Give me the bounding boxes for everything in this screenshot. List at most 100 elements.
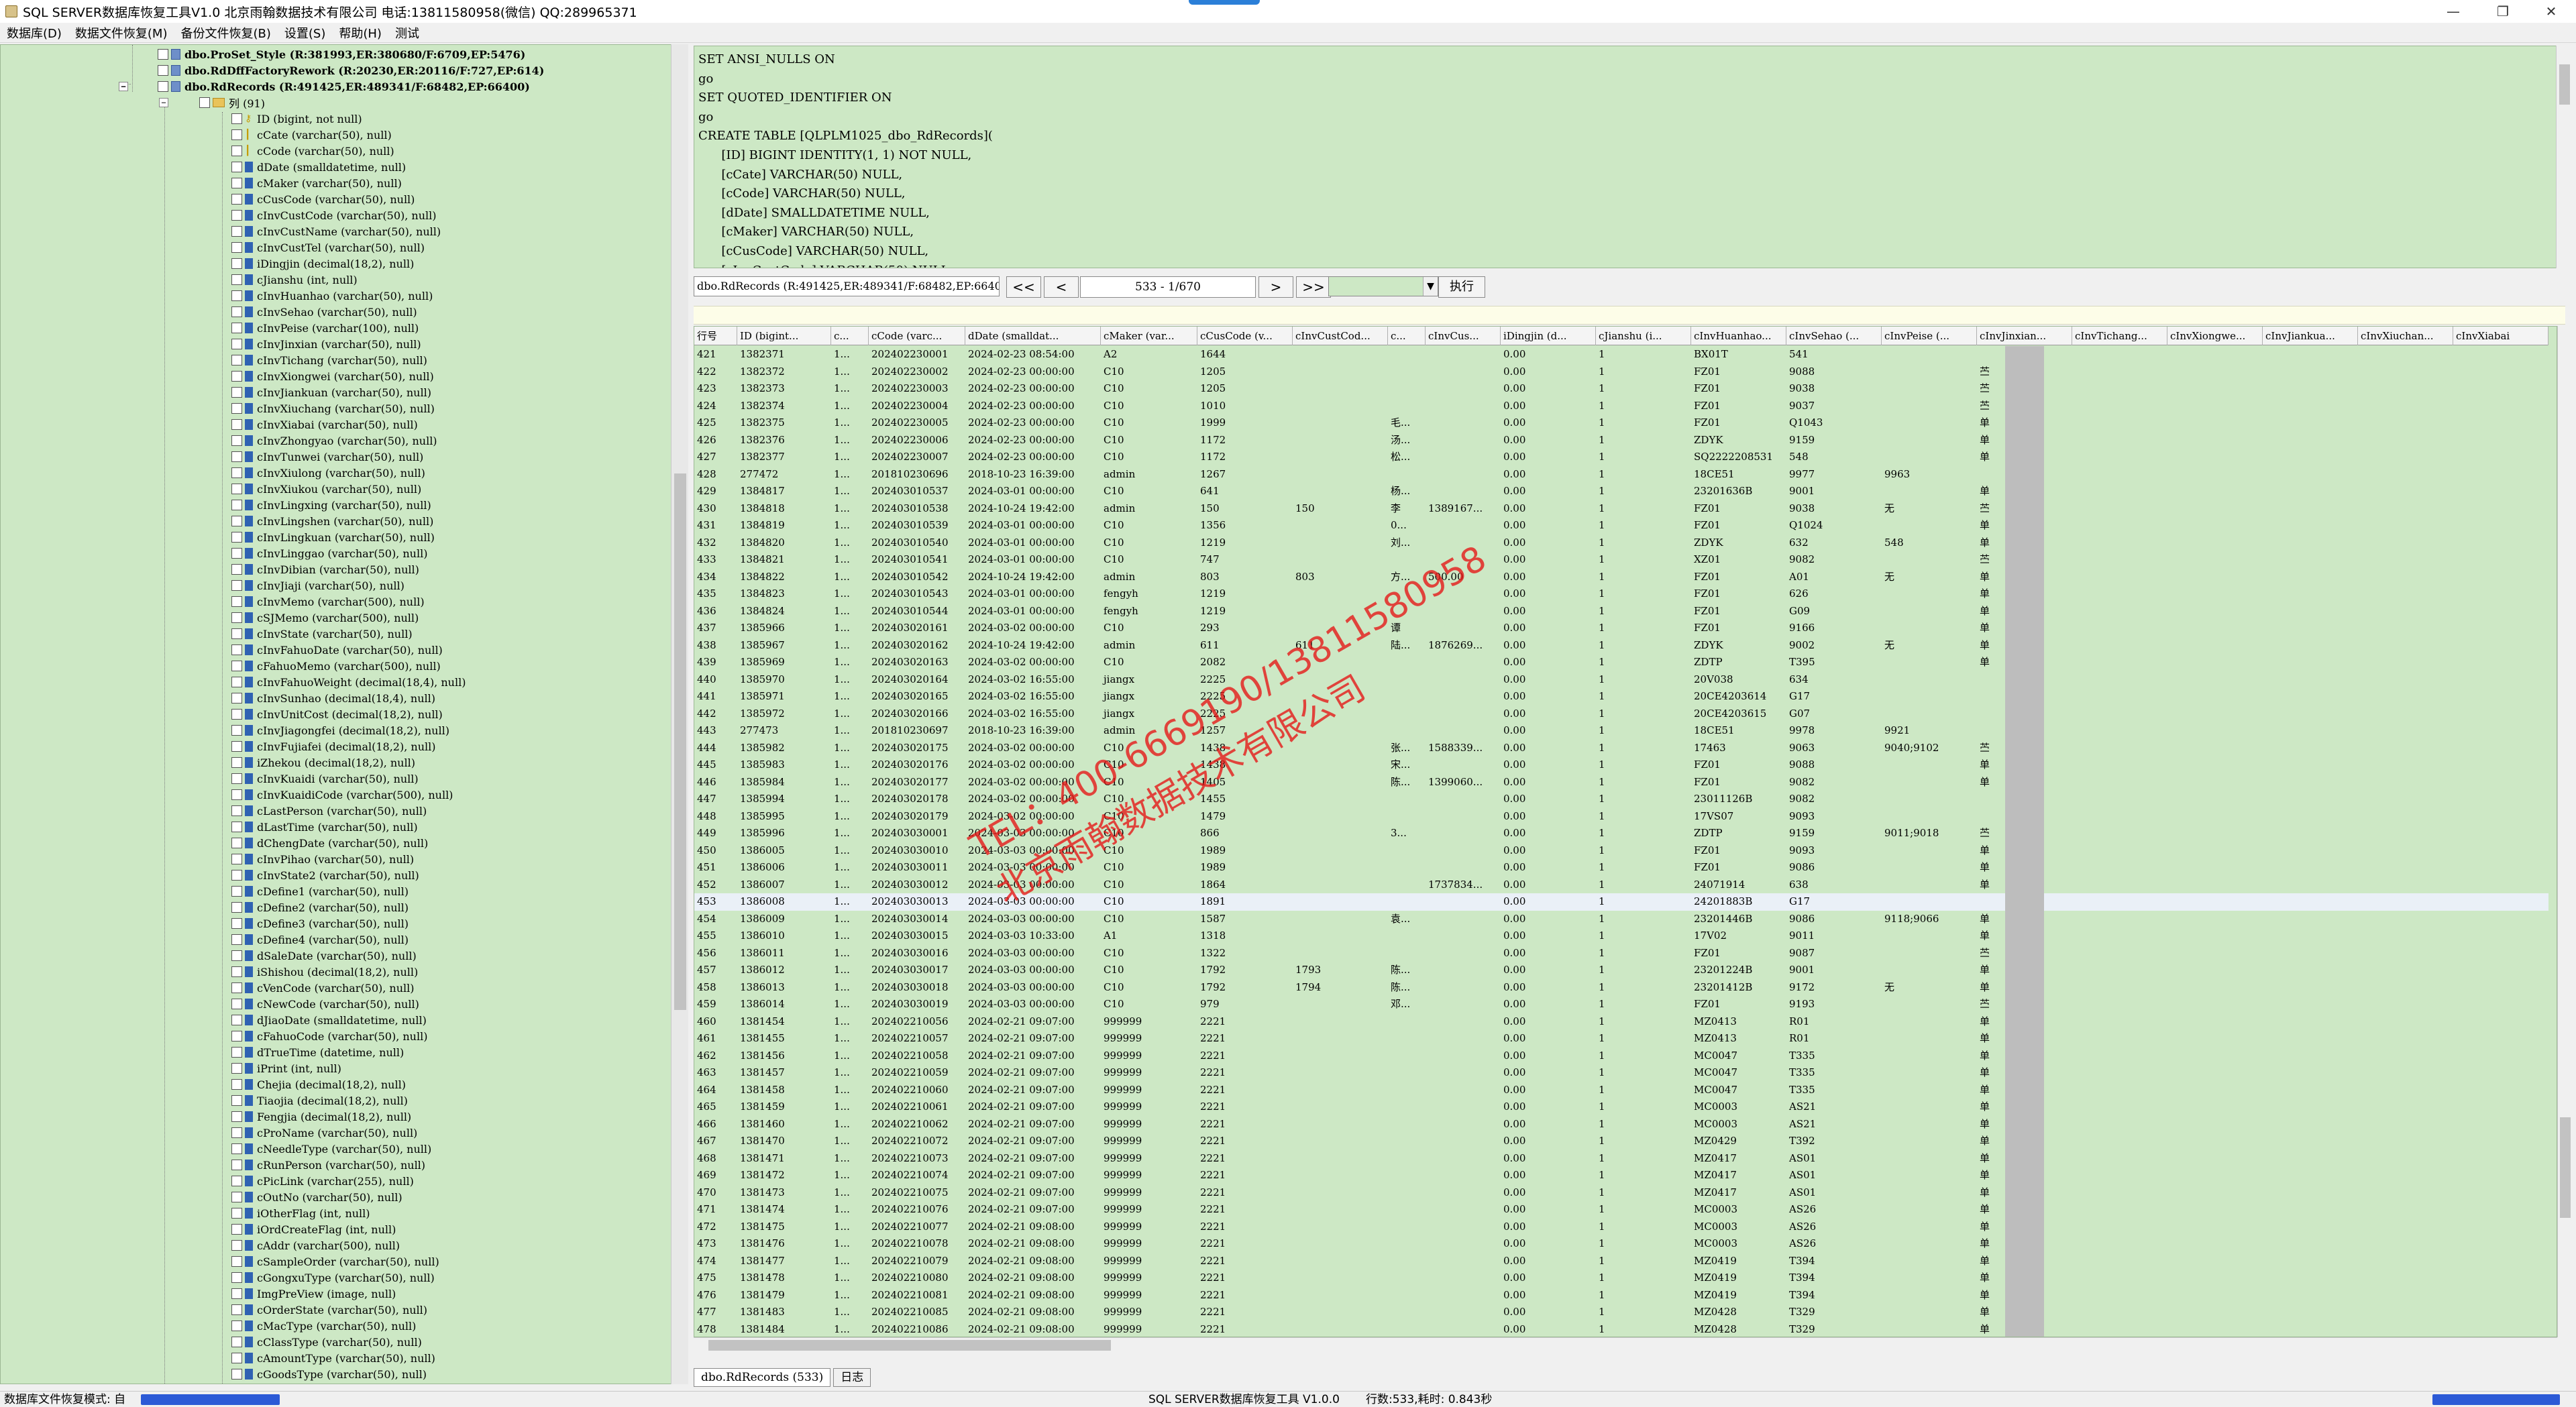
table-cell[interactable]: FZ01 bbox=[1691, 569, 1786, 586]
table-cell[interactable]: 202402210073 bbox=[869, 1150, 965, 1168]
table-cell[interactable] bbox=[1293, 585, 1388, 603]
grid-column-header[interactable]: dDate (smalldat... bbox=[965, 327, 1101, 345]
table-cell[interactable]: 1... bbox=[831, 449, 869, 466]
row-number-cell[interactable]: 432 bbox=[694, 534, 737, 552]
row-number-cell[interactable]: 444 bbox=[694, 740, 737, 757]
table-cell[interactable] bbox=[2358, 1013, 2453, 1031]
row-number-cell[interactable]: 460 bbox=[694, 1013, 737, 1031]
table-cell[interactable] bbox=[1426, 671, 1501, 689]
table-cell[interactable] bbox=[2453, 500, 2548, 518]
table-cell[interactable] bbox=[1426, 1304, 1501, 1321]
table-cell[interactable] bbox=[2453, 585, 2548, 603]
table-cell[interactable] bbox=[2072, 398, 2167, 415]
tree-column-node[interactable]: dTrueTime (datetime, null) bbox=[231, 1044, 404, 1060]
table-cell[interactable]: 9001 bbox=[1786, 483, 1882, 500]
table-cell[interactable]: 1 bbox=[1596, 398, 1691, 415]
table-cell[interactable] bbox=[1882, 1235, 1977, 1253]
table-cell[interactable]: 2018-10-23 16:39:00 bbox=[965, 722, 1101, 740]
table-cell[interactable] bbox=[1426, 414, 1501, 432]
table-cell[interactable]: 999999 bbox=[1101, 1235, 1197, 1253]
table-cell[interactable] bbox=[2072, 517, 2167, 534]
table-cell[interactable] bbox=[2453, 706, 2548, 723]
table-cell[interactable]: 17V02 bbox=[1691, 927, 1786, 945]
table-cell[interactable] bbox=[2263, 671, 2358, 689]
table-cell[interactable] bbox=[2358, 740, 2453, 757]
tree-column-node[interactable]: Tiaojia (decimal(18,2), null) bbox=[231, 1092, 408, 1109]
table-cell[interactable] bbox=[1293, 706, 1388, 723]
tree-column-node[interactable]: cInvJinxian (varchar(50), null) bbox=[231, 336, 421, 352]
table-cell[interactable]: 1 bbox=[1596, 945, 1691, 962]
grid-column-header[interactable]: cCusCode (v... bbox=[1197, 327, 1293, 345]
table-cell[interactable]: 1 bbox=[1596, 825, 1691, 842]
table-cell[interactable]: 1385983 bbox=[737, 756, 831, 774]
close-icon[interactable]: ✕ bbox=[2526, 0, 2576, 23]
row-number-cell[interactable]: 452 bbox=[694, 877, 737, 894]
table-cell[interactable]: ZDYK bbox=[1691, 432, 1786, 449]
table-cell[interactable]: ZDYK bbox=[1691, 534, 1786, 552]
table-cell[interactable] bbox=[2167, 398, 2263, 415]
table-cell[interactable]: 2024-03-02 00:00:00 bbox=[965, 654, 1101, 671]
table-cell[interactable]: 2024-02-21 09:08:00 bbox=[965, 1321, 1101, 1337]
table-cell[interactable]: 1 bbox=[1596, 620, 1691, 637]
table-cell[interactable] bbox=[2167, 1167, 2263, 1184]
table-cell[interactable] bbox=[1293, 671, 1388, 689]
row-number-cell[interactable]: 422 bbox=[694, 363, 737, 381]
table-cell[interactable]: 无 bbox=[1882, 979, 1977, 997]
table-cell[interactable]: 1... bbox=[831, 825, 869, 842]
table-cell[interactable]: 9088 bbox=[1786, 756, 1882, 774]
table-cell[interactable]: 747 bbox=[1197, 551, 1293, 569]
table-cell[interactable] bbox=[2167, 1321, 2263, 1337]
table-cell[interactable]: A01 bbox=[1786, 569, 1882, 586]
checkbox[interactable] bbox=[231, 934, 242, 945]
row-number-cell[interactable]: 474 bbox=[694, 1253, 737, 1270]
table-cell[interactable]: 1381460 bbox=[737, 1116, 831, 1133]
table-cell[interactable]: FZ01 bbox=[1691, 500, 1786, 518]
table-cell[interactable]: 202402230003 bbox=[869, 380, 965, 398]
table-cell[interactable]: T329 bbox=[1786, 1304, 1882, 1321]
table-cell[interactable]: 1382376 bbox=[737, 432, 831, 449]
table-cell[interactable] bbox=[1388, 688, 1426, 706]
table-cell[interactable]: 202403020165 bbox=[869, 688, 965, 706]
table-cell[interactable] bbox=[2167, 962, 2263, 979]
table-cell[interactable]: C10 bbox=[1101, 398, 1197, 415]
table-row[interactable]: 431 1384819 1... 202403010539 2024-03-01 00:… bbox=[694, 517, 2548, 534]
table-cell[interactable] bbox=[2072, 825, 2167, 842]
checkbox[interactable] bbox=[231, 1143, 242, 1154]
run-button[interactable]: 执行 bbox=[1438, 276, 1485, 298]
table-cell[interactable]: 1 bbox=[1596, 893, 1691, 911]
table-cell[interactable] bbox=[2072, 380, 2167, 398]
table-row[interactable]: 445 1385983 1... 202403020176 2024-03-02 00:… bbox=[694, 756, 2548, 774]
table-cell[interactable] bbox=[1293, 722, 1388, 740]
table-cell[interactable]: 0.00 bbox=[1501, 877, 1596, 894]
table-cell[interactable] bbox=[2072, 722, 2167, 740]
table-cell[interactable]: 1385995 bbox=[737, 808, 831, 826]
tree-column-node[interactable]: cSJMemo (varchar(500), null) bbox=[231, 610, 419, 626]
table-cell[interactable] bbox=[1388, 1184, 1426, 1202]
table-cell[interactable] bbox=[2167, 927, 2263, 945]
table-cell[interactable]: 松... bbox=[1388, 449, 1426, 466]
table-cell[interactable] bbox=[1426, 1201, 1501, 1219]
scrollbar-thumb[interactable] bbox=[2560, 1117, 2571, 1218]
table-cell[interactable] bbox=[2453, 398, 2548, 415]
table-cell[interactable] bbox=[1426, 346, 1501, 363]
table-cell[interactable] bbox=[2263, 1321, 2358, 1337]
table-cell[interactable]: C10 bbox=[1101, 808, 1197, 826]
table-cell[interactable]: MC0047 bbox=[1691, 1082, 1786, 1099]
table-cell[interactable]: 1386013 bbox=[737, 979, 831, 997]
table-cell[interactable]: 1... bbox=[831, 1321, 869, 1337]
table-cell[interactable]: 24201883B bbox=[1691, 893, 1786, 911]
table-cell[interactable]: 1385967 bbox=[737, 637, 831, 655]
table-cell[interactable] bbox=[2167, 1304, 2263, 1321]
table-cell[interactable] bbox=[1388, 1150, 1426, 1168]
table-cell[interactable] bbox=[2263, 756, 2358, 774]
checkbox[interactable] bbox=[231, 1304, 242, 1315]
table-cell[interactable]: C10 bbox=[1101, 756, 1197, 774]
tree-column-node[interactable]: cPicLink (varchar(255), null) bbox=[231, 1173, 414, 1189]
table-cell[interactable]: 0.00 bbox=[1501, 1253, 1596, 1270]
table-cell[interactable]: 9978 bbox=[1786, 722, 1882, 740]
table-cell[interactable]: MZ0419 bbox=[1691, 1270, 1786, 1287]
grid-column-header[interactable]: c... bbox=[1388, 327, 1426, 345]
table-cell[interactable] bbox=[2263, 551, 2358, 569]
table-cell[interactable]: 1... bbox=[831, 842, 869, 860]
table-cell[interactable] bbox=[2072, 654, 2167, 671]
